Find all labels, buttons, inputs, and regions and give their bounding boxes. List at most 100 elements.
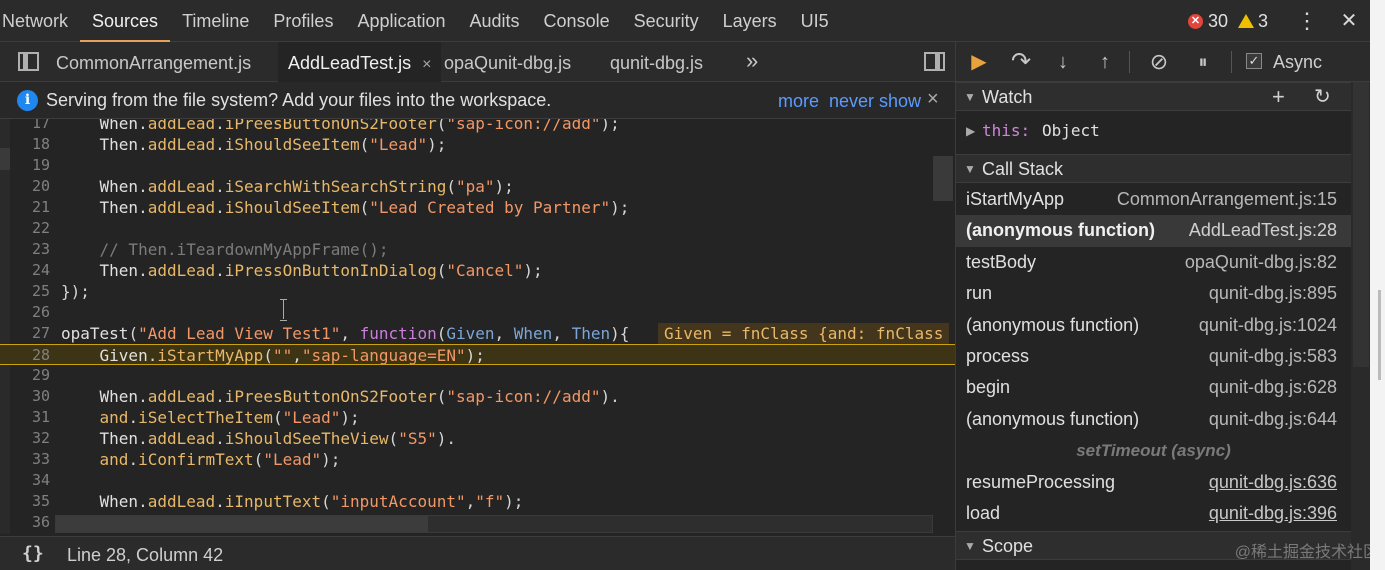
warning-count-badge[interactable]: 3 (1237, 11, 1268, 32)
call-frame[interactable]: iStartMyApp CommonArrangement.js:15 (956, 184, 1351, 215)
code-line[interactable]: 25}); (0, 281, 955, 302)
line-number[interactable]: 21 (0, 197, 50, 218)
code-editor[interactable]: 17 When.addLead.iPreesButtonOnS2Footer("… (0, 119, 955, 534)
tab-sources[interactable]: Sources (80, 0, 171, 42)
line-number[interactable]: 26 (0, 302, 50, 323)
line-number[interactable]: 28 (0, 345, 50, 366)
call-frame[interactable]: load qunit-dbg.js:396 (956, 498, 1351, 529)
line-number[interactable]: 22 (0, 218, 50, 239)
line-number[interactable]: 30 (0, 386, 50, 407)
call-frame[interactable]: run qunit-dbg.js:895 (956, 278, 1351, 309)
line-number[interactable]: 36 (0, 512, 50, 533)
line-number[interactable]: 35 (0, 491, 50, 512)
code-line[interactable]: 35 When.addLead.iInputText("inputAccount… (0, 491, 955, 512)
more-tabs-icon[interactable]: » (746, 42, 758, 80)
line-number[interactable]: 31 (0, 407, 50, 428)
async-checkbox[interactable]: ✓ (1246, 53, 1262, 69)
code-line[interactable]: 21 Then.addLead.iShouldSeeItem("Lead Cre… (0, 197, 955, 218)
step-over-icon[interactable]: ↷ (1004, 42, 1038, 82)
outer-scrollbar[interactable] (1378, 290, 1381, 380)
code-line[interactable]: 24 Then.addLead.iPressOnButtonInDialog("… (0, 260, 955, 281)
frame-location-link[interactable]: qunit-dbg.js:396 (1209, 498, 1337, 529)
step-out-icon[interactable]: ↑ (1088, 42, 1122, 82)
line-number[interactable]: 20 (0, 176, 50, 197)
tab-timeline[interactable]: Timeline (170, 0, 261, 42)
tab-network[interactable]: Network (0, 0, 80, 42)
line-number[interactable]: 24 (0, 260, 50, 281)
code-line[interactable]: 18 Then.addLead.iShouldSeeItem("Lead"); (0, 134, 955, 155)
code-line[interactable]: 30 When.addLead.iPreesButtonOnS2Footer("… (0, 386, 955, 407)
tab-application[interactable]: Application (345, 0, 457, 42)
frame-location-link[interactable]: qunit-dbg.js:1024 (1199, 310, 1337, 341)
call-stack-section-header[interactable]: ▼ Call Stack (956, 154, 1351, 183)
line-number[interactable]: 18 (0, 134, 50, 155)
call-frame[interactable]: begin qunit-dbg.js:628 (956, 372, 1351, 403)
file-tab-commonarrangement[interactable]: CommonArrangement.js (56, 42, 251, 82)
frame-location-link[interactable]: CommonArrangement.js:15 (1117, 184, 1337, 215)
code-line[interactable]: 33 and.iConfirmText("Lead"); (0, 449, 955, 470)
frame-location-link[interactable]: AddLeadTest.js:28 (1189, 215, 1337, 246)
line-number[interactable]: 19 (0, 155, 50, 176)
more-options-icon[interactable]: ⋮ (1286, 0, 1328, 42)
line-number[interactable]: 25 (0, 281, 50, 302)
frame-location-link[interactable]: opaQunit-dbg.js:82 (1185, 247, 1337, 278)
code-line[interactable]: 19 (0, 155, 955, 176)
line-number[interactable]: 32 (0, 428, 50, 449)
call-frame[interactable]: resumeProcessing qunit-dbg.js:636 (956, 467, 1351, 498)
code-line[interactable]: 22 (0, 218, 955, 239)
never-show-link[interactable]: never show (829, 82, 921, 120)
add-watch-icon[interactable]: + (1272, 83, 1285, 111)
close-tab-icon[interactable]: × (422, 56, 431, 73)
resume-icon[interactable]: ▶ (962, 42, 996, 82)
call-frame[interactable]: testBody opaQunit-dbg.js:82 (956, 247, 1351, 278)
close-devtools-icon[interactable]: ✕ (1328, 0, 1370, 42)
toggle-debugger-icon[interactable] (924, 52, 945, 71)
code-line[interactable]: 23 // Then.iTeardownMyAppFrame(); (0, 239, 955, 260)
tab-audits[interactable]: Audits (458, 0, 532, 42)
line-number[interactable]: 33 (0, 449, 50, 470)
watch-item[interactable]: ▶ this: Object (956, 117, 1351, 147)
call-frame[interactable]: (anonymous function) qunit-dbg.js:1024 (956, 310, 1351, 341)
more-link[interactable]: more (778, 82, 819, 120)
watch-section-header[interactable]: ▼ Watch + ↻ (956, 82, 1351, 111)
frame-location-link[interactable]: qunit-dbg.js:583 (1209, 341, 1337, 372)
line-number[interactable]: 34 (0, 470, 50, 491)
call-frame[interactable]: (anonymous function) AddLeadTest.js:28 (956, 215, 1351, 247)
refresh-watch-icon[interactable]: ↻ (1314, 83, 1331, 111)
code-line-current[interactable]: 28 Given.iStartMyApp("","sap-language=EN… (0, 344, 955, 365)
line-number[interactable]: 29 (0, 365, 50, 386)
tab-console[interactable]: Console (532, 0, 622, 42)
code-line[interactable]: 32 Then.addLead.iShouldSeeTheView("S5"). (0, 428, 955, 449)
code-line[interactable]: 17 When.addLead.iPreesButtonOnS2Footer("… (0, 119, 955, 134)
expand-triangle-icon[interactable]: ▶ (966, 117, 975, 145)
line-number[interactable]: 17 (0, 119, 50, 134)
editor-horizontal-scrollbar[interactable] (55, 515, 933, 533)
toggle-navigator-icon[interactable] (18, 52, 39, 71)
tab-security[interactable]: Security (622, 0, 711, 42)
error-count-badge[interactable]: ✕ 30 (1187, 11, 1228, 32)
debugger-scrollbar[interactable] (1351, 82, 1371, 570)
code-line[interactable]: 31 and.iSelectTheItem("Lead"); (0, 407, 955, 428)
code-line[interactable]: 29 (0, 365, 955, 386)
tab-ui5[interactable]: UI5 (789, 0, 841, 42)
file-tab-addleadtest[interactable]: AddLeadTest.js × (278, 42, 442, 82)
scrollbar-thumb[interactable] (56, 516, 428, 532)
frame-location-link[interactable]: qunit-dbg.js:895 (1209, 278, 1337, 309)
file-tab-opaqunit[interactable]: opaQunit-dbg.js (444, 42, 571, 82)
call-frame[interactable]: process qunit-dbg.js:583 (956, 341, 1351, 372)
editor-vertical-scrollbar[interactable] (933, 156, 953, 201)
frame-location-link[interactable]: qunit-dbg.js:628 (1209, 372, 1337, 403)
step-into-icon[interactable]: ↓ (1046, 42, 1080, 82)
line-number[interactable]: 27 (0, 323, 50, 344)
pause-on-exceptions-icon[interactable]: ⏸ (1186, 42, 1220, 82)
pretty-print-icon[interactable]: {} (22, 537, 44, 570)
code-line[interactable]: 27 opaTest("Add Lead View Test1", functio… (0, 323, 955, 344)
call-frame[interactable]: (anonymous function) qunit-dbg.js:644 (956, 404, 1351, 435)
frame-location-link[interactable]: qunit-dbg.js:636 (1209, 467, 1337, 498)
tab-profiles[interactable]: Profiles (261, 0, 345, 42)
tab-layers[interactable]: Layers (711, 0, 789, 42)
code-line[interactable]: 20 When.addLead.iSearchWithSearchString(… (0, 176, 955, 197)
scrollbar-thumb[interactable] (1353, 82, 1369, 367)
infobar-close-icon[interactable]: × (927, 82, 939, 117)
code-line[interactable]: 34 (0, 470, 955, 491)
